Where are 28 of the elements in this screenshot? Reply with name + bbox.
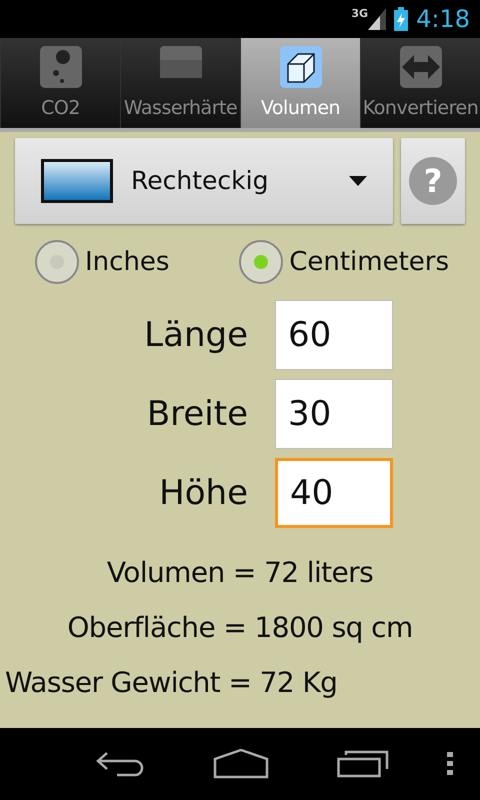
input-field[interactable]: 40 bbox=[275, 458, 393, 528]
unit-radio[interactable]: Centimeters bbox=[239, 240, 449, 284]
bubbles-icon bbox=[40, 46, 82, 88]
signal-icon bbox=[368, 8, 386, 30]
tab[interactable]: Konvertieren bbox=[360, 38, 480, 128]
unit-radio[interactable]: Inches bbox=[35, 240, 170, 284]
rectangle-icon bbox=[41, 159, 113, 203]
cube-icon bbox=[280, 46, 322, 88]
field-label: Länge bbox=[143, 314, 248, 356]
back-button[interactable] bbox=[95, 750, 145, 778]
menu-button[interactable] bbox=[447, 752, 453, 776]
input-field[interactable]: 30 bbox=[275, 379, 393, 449]
battery-icon bbox=[394, 7, 408, 31]
clock: 4:18 bbox=[416, 4, 470, 35]
tab[interactable]: Wasserhärte bbox=[120, 38, 240, 128]
result-text: Oberfläche = 1800 sq cm bbox=[67, 610, 413, 646]
network-type: 3G bbox=[351, 6, 368, 22]
field-label: Höhe bbox=[158, 472, 248, 514]
tab[interactable]: CO2 bbox=[0, 38, 120, 128]
home-button[interactable] bbox=[213, 749, 269, 779]
caret-icon bbox=[349, 176, 367, 186]
input-field[interactable]: 60 bbox=[275, 300, 393, 370]
shape-dropdown[interactable]: Rechteckig bbox=[15, 138, 393, 224]
field-label: Breite bbox=[146, 392, 248, 436]
result-text: Volumen = 72 liters bbox=[106, 555, 374, 591]
result-text: Wasser Gewicht = 72 Kg bbox=[5, 665, 338, 701]
arrows-icon bbox=[400, 46, 442, 88]
recent-apps-button[interactable] bbox=[337, 750, 389, 778]
